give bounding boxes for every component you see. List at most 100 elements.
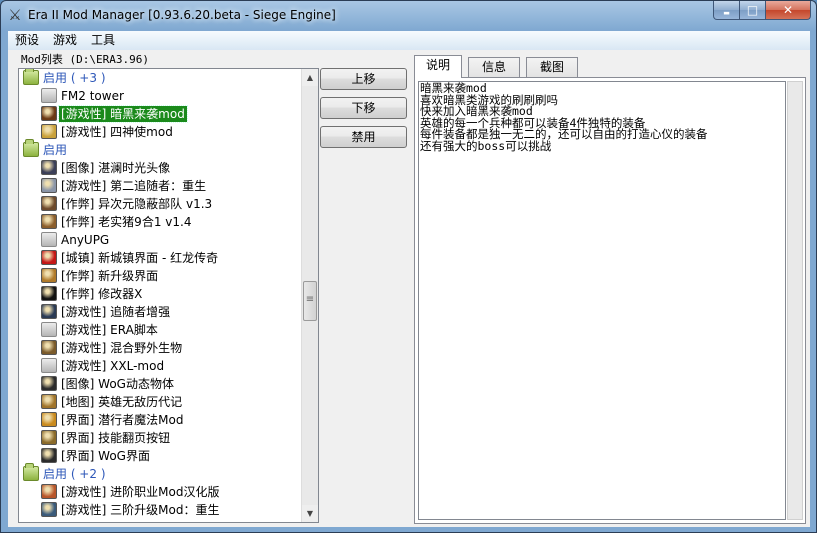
menu-presets[interactable]: 预设 xyxy=(8,31,46,50)
tab-info[interactable]: 信息 xyxy=(468,57,520,77)
knight-icon xyxy=(41,178,57,193)
tab-description[interactable]: 说明 xyxy=(414,55,462,78)
mod-label: [游戏性] 暗黑来袭mod xyxy=(58,105,188,123)
portrait-icon xyxy=(41,160,57,175)
skill-icon xyxy=(41,430,57,445)
mod-label: [游戏性] 第二追随者：重生 xyxy=(61,179,207,193)
mod-list-item[interactable]: [作弊] 异次元隐蔽部队 v1.3 xyxy=(19,195,301,213)
mod-list-item[interactable]: [作弊] 修改器X xyxy=(19,285,301,303)
wog-icon xyxy=(41,448,57,463)
minimize-button[interactable]: ▬ xyxy=(713,1,740,20)
mod-label: [界面] 潜行者魔法Mod xyxy=(61,413,184,427)
folder-icon xyxy=(23,463,39,481)
mod-list-item[interactable]: [作弊] 新升级界面 xyxy=(19,267,301,285)
mod-label: [游戏性] XXL-mod xyxy=(61,359,165,373)
mod-list-item[interactable]: [界面] 技能翻页按钮 xyxy=(19,429,301,447)
mod-list-item[interactable]: [作弊] 老实猪9合1 v1.4 xyxy=(19,213,301,231)
emblem-icon xyxy=(41,124,57,139)
mod-list-item[interactable]: [游戏性] 四神使mod xyxy=(19,123,301,141)
close-button[interactable]: ✕ xyxy=(766,1,811,20)
mod-list-item[interactable]: FM2 tower xyxy=(19,87,301,105)
hero-icon xyxy=(41,214,57,229)
chronicles-icon xyxy=(41,394,57,409)
mod-list-item[interactable]: [游戏性] 暗黑来袭mod xyxy=(19,105,301,123)
window-controls: ▬ □ ✕ xyxy=(713,1,811,21)
description-scrollbar[interactable] xyxy=(787,81,803,520)
description-textbox[interactable]: 暗黑来袭mod 喜欢暗黑类游戏的刷刷刷吗 快来加入暗黑来袭mod 英雄的每一个兵种都可… xyxy=(418,81,786,520)
creature-icon xyxy=(41,340,57,355)
mod-label: [地图] 英雄无敌历代记 xyxy=(61,395,183,409)
mod-tree[interactable]: 启用 ( +3 ) FM2 tower [游戏性] 暗黑来袭mod [游戏性] 四神使… xyxy=(18,68,319,523)
maximize-button[interactable]: □ xyxy=(740,1,766,20)
dragon-icon xyxy=(41,250,57,265)
mod-list-item[interactable]: [游戏性] 三阶升级Mod：重生 xyxy=(19,501,301,519)
mod-label: [作弊] 异次元隐蔽部队 v1.3 xyxy=(61,197,213,211)
plain-folder-icon xyxy=(41,322,57,337)
mod-list-item[interactable]: [游戏性] ERA脚本 xyxy=(19,321,301,339)
tier3-icon xyxy=(41,502,57,517)
folder-icon xyxy=(23,139,39,157)
tab-screenshots[interactable]: 截图 xyxy=(526,57,578,77)
menu-tools[interactable]: 工具 xyxy=(84,31,122,50)
main-panel: Mod列表 (D:\ERA3.96) 启用 ( +3 ) FM2 tower [游戏… xyxy=(8,50,810,527)
mod-list-item[interactable]: [界面] 潜行者魔法Mod xyxy=(19,411,301,429)
mod-label: FM2 tower xyxy=(61,89,124,103)
mod-label: [作弊] 修改器X xyxy=(61,287,143,301)
mod-label: [图像] 湛澜时光头像 xyxy=(61,161,171,175)
mod-label: [界面] WoG界面 xyxy=(61,449,150,463)
description-panel: 暗黑来袭mod 喜欢暗黑类游戏的刷刷刷吗 快来加入暗黑来袭mod 英雄的每一个兵种都可… xyxy=(414,77,806,524)
scroll-down-arrow-icon[interactable]: ▼ xyxy=(302,505,318,522)
disable-button[interactable]: 禁用 xyxy=(320,126,407,148)
tree-group-label: 启用 ( +3 ) xyxy=(43,71,106,85)
object-icon xyxy=(41,376,57,391)
spell-icon xyxy=(41,412,57,427)
mod-list-item[interactable]: [界面] WoG界面 xyxy=(19,447,301,465)
mod-label: [作弊] 新升级界面 xyxy=(61,269,159,283)
skull-icon xyxy=(41,286,57,301)
menu-game[interactable]: 游戏 xyxy=(46,31,84,50)
minimize-icon: ▬ xyxy=(723,9,730,17)
mod-label: [游戏性] 进阶职业Mod汉化版 xyxy=(61,485,220,499)
close-icon: ✕ xyxy=(782,3,794,17)
move-down-button[interactable]: 下移 xyxy=(320,97,407,119)
tree-group[interactable]: 启用 xyxy=(19,139,301,159)
detail-tabs: 说明 信息 截图 xyxy=(414,55,806,78)
move-up-button[interactable]: 上移 xyxy=(320,68,407,90)
mod-label: AnyUPG xyxy=(61,233,110,247)
mod-label: [游戏性] 追随者增强 xyxy=(61,305,171,319)
app-window: ⚔ Era II Mod Manager [0.93.6.20.beta - S… xyxy=(0,0,817,533)
mod-tree-scrollbar[interactable]: ▲ ▼ xyxy=(301,69,318,522)
crossed-swords-icon: ⚔ xyxy=(8,6,22,24)
mod-label: [城镇] 新城镇界面 - 红龙传奇 xyxy=(61,251,219,265)
mod-list-item[interactable]: [游戏性] 第二追随者：重生 xyxy=(19,177,301,195)
mod-list-item[interactable]: [图像] WoG动态物体 xyxy=(19,375,301,393)
mod-list-item[interactable]: [游戏性] XXL-mod xyxy=(19,357,301,375)
mod-list-item[interactable]: [游戏性] 进阶职业Mod汉化版 xyxy=(19,483,301,501)
tree-group[interactable]: 启用 ( +3 ) xyxy=(19,69,301,87)
mod-list-item[interactable]: [图像] 湛澜时光头像 xyxy=(19,159,301,177)
description-text: 暗黑来袭mod 喜欢暗黑类游戏的刷刷刷吗 快来加入暗黑来袭mod 英雄的每一个兵种都可… xyxy=(420,82,708,153)
mod-list-item[interactable]: [游戏性] 追随者增强 xyxy=(19,303,301,321)
tree-group-label: 启用 xyxy=(43,143,68,157)
mod-label: [游戏性] 四神使mod xyxy=(61,125,173,139)
follower-icon xyxy=(41,304,57,319)
mod-list-item[interactable]: [游戏性] 混合野外生物 xyxy=(19,339,301,357)
army-icon xyxy=(41,196,57,211)
plain-folder-icon xyxy=(41,358,57,373)
scroll-up-arrow-icon[interactable]: ▲ xyxy=(302,69,318,86)
mod-list-item[interactable]: [城镇] 新城镇界面 - 红龙传奇 xyxy=(19,249,301,267)
title-bar[interactable]: ⚔ Era II Mod Manager [0.93.6.20.beta - S… xyxy=(1,1,816,31)
plain-folder-icon xyxy=(41,232,57,247)
description-line: 还有强大的boss可以挑战 xyxy=(420,138,552,153)
folder-icon xyxy=(23,69,39,85)
scroll-thumb[interactable] xyxy=(303,281,317,321)
mod-label: [游戏性] 三阶升级Mod：重生 xyxy=(61,503,220,517)
mod-label: [游戏性] 混合野外生物 xyxy=(61,341,183,355)
mod-label: [作弊] 老实猪9合1 v1.4 xyxy=(61,215,192,229)
plain-folder-icon xyxy=(41,88,57,103)
mod-list-item[interactable]: AnyUPG xyxy=(19,231,301,249)
mod-list-item[interactable]: [地图] 英雄无敌历代记 xyxy=(19,393,301,411)
tree-group[interactable]: 启用 ( +2 ) xyxy=(19,463,301,483)
mod-label: [游戏性] ERA脚本 xyxy=(61,323,158,337)
mod-label: [界面] 技能翻页按钮 xyxy=(61,431,171,445)
